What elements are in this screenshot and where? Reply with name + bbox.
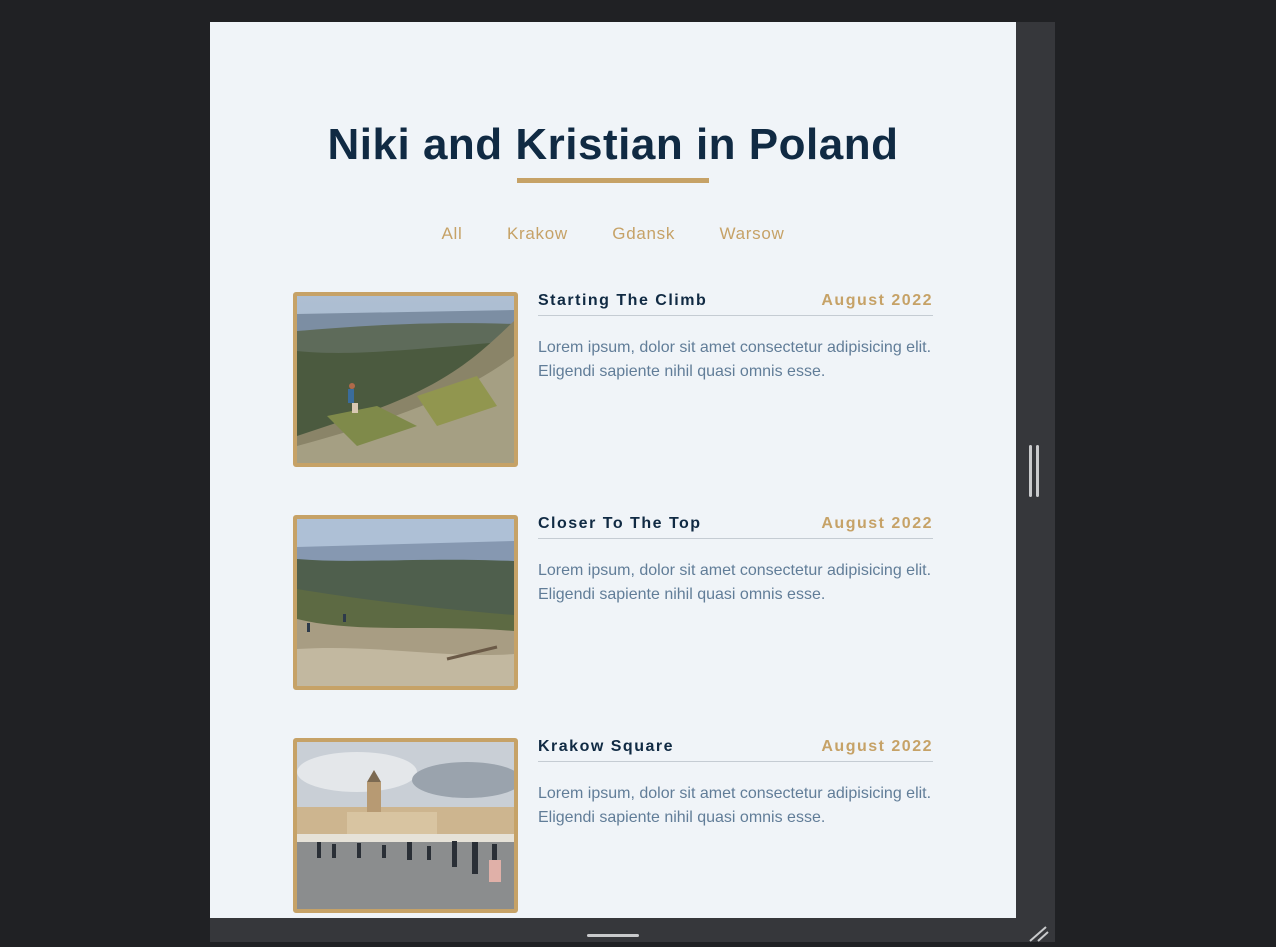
- item-description: Lorem ipsum, dolor sit amet consectetur …: [538, 785, 932, 826]
- item-description: Lorem ipsum, dolor sit amet consectetur …: [538, 562, 932, 603]
- tab-all[interactable]: All: [441, 224, 462, 244]
- resize-corner-icon[interactable]: [1028, 926, 1050, 942]
- filter-tabs: All Krakow Gdansk Warsow: [210, 224, 1016, 244]
- mountain-climb-photo: [293, 292, 518, 467]
- item-title: Closer To The Top: [538, 515, 702, 532]
- mountain-top-photo: [293, 515, 518, 690]
- item-date: August 2022: [821, 292, 933, 309]
- gallery-item: Closer To The Top August 2022 Lorem ipsu…: [293, 515, 933, 690]
- item-date: August 2022: [821, 738, 933, 755]
- tab-gdansk[interactable]: Gdansk: [612, 224, 675, 244]
- gallery-item: Krakow Square August 2022 Lorem ipsum, d…: [293, 738, 933, 913]
- item-header: Starting The Climb August 2022: [538, 292, 933, 316]
- krakow-square-photo: [293, 738, 518, 913]
- drag-handle-icon[interactable]: [587, 934, 639, 937]
- tab-warsow[interactable]: Warsow: [720, 224, 785, 244]
- item-header: Closer To The Top August 2022: [538, 515, 933, 539]
- gallery-item: Starting The Climb August 2022 Lorem ips…: [293, 292, 933, 467]
- item-header: Krakow Square August 2022: [538, 738, 933, 762]
- item-description: Lorem ipsum, dolor sit amet consectetur …: [538, 339, 932, 380]
- item-info: Starting The Climb August 2022 Lorem ips…: [538, 292, 933, 384]
- item-title: Starting The Climb: [538, 292, 708, 309]
- page-title: Niki and Kristian in Poland: [327, 120, 899, 169]
- item-title: Krakow Square: [538, 738, 674, 755]
- drag-handle-icon[interactable]: [1029, 445, 1041, 497]
- item-info: Closer To The Top August 2022 Lorem ipsu…: [538, 515, 933, 607]
- item-date: August 2022: [821, 515, 933, 532]
- item-info: Krakow Square August 2022 Lorem ipsum, d…: [538, 738, 933, 830]
- preview-frame: Niki and Kristian in Poland All Krakow G…: [210, 22, 1016, 918]
- title-underline: [517, 178, 709, 183]
- bottom-resize-rail: [210, 918, 1055, 942]
- tab-krakow[interactable]: Krakow: [507, 224, 568, 244]
